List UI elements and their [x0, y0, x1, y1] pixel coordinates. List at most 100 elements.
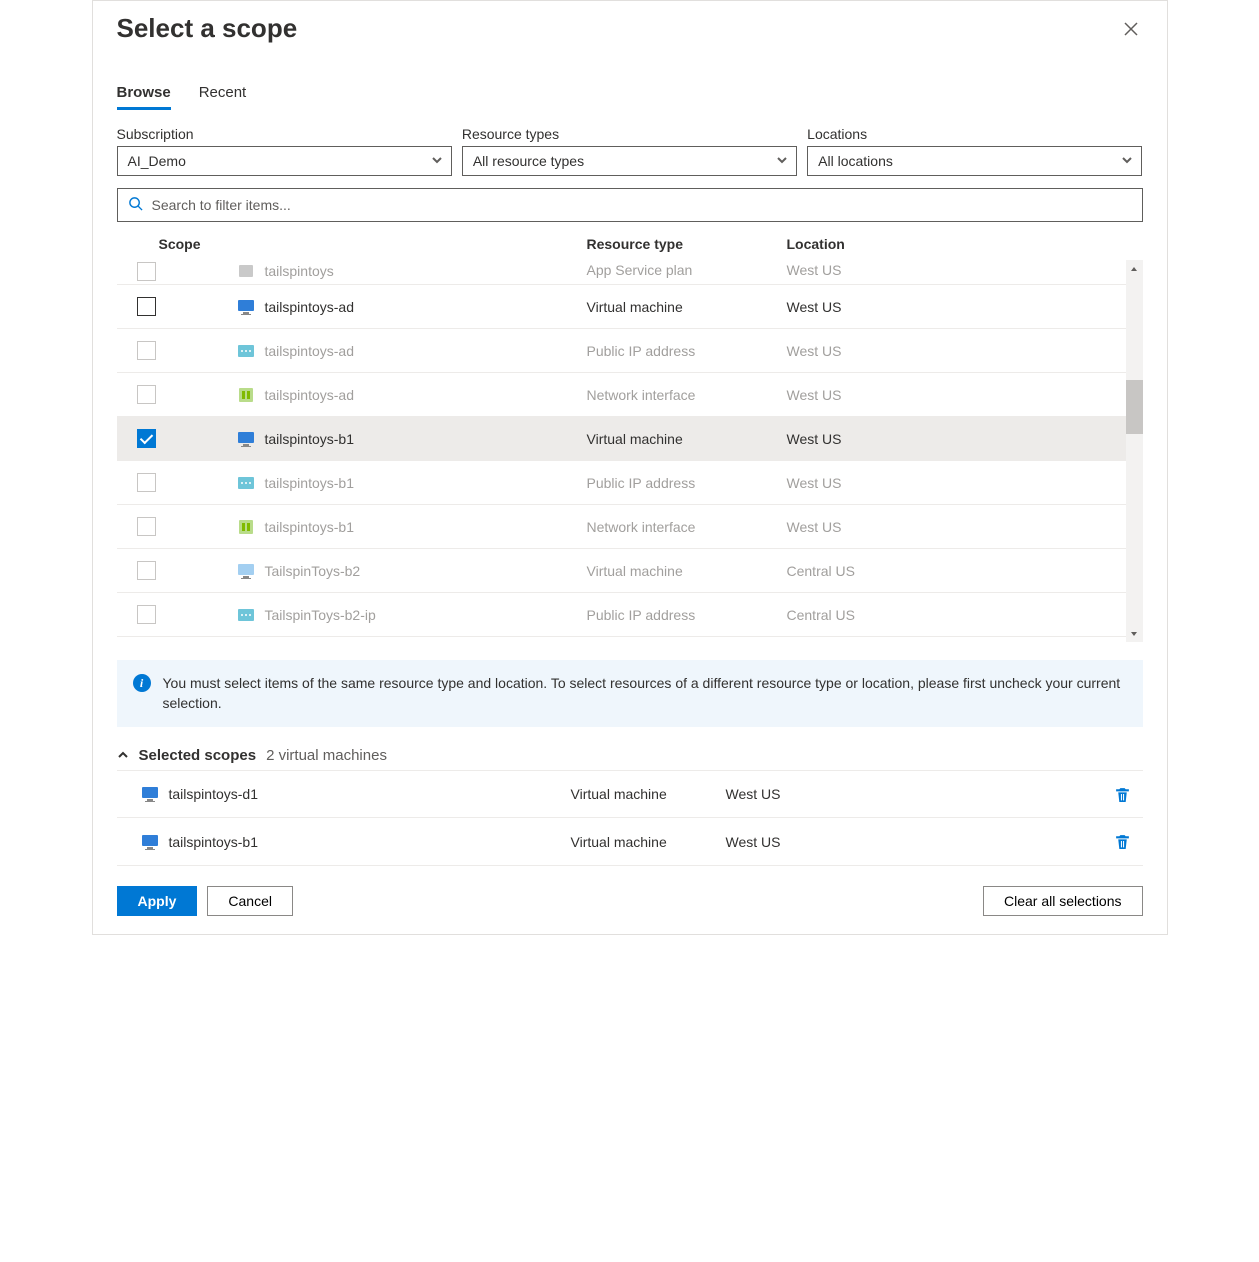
row-location: Central US [787, 563, 1143, 579]
trash-icon [1114, 786, 1131, 803]
selected-scopes-list: tailspintoys-d1Virtual machineWest UStai… [117, 770, 1143, 866]
info-text: You must select items of the same resour… [163, 674, 1127, 713]
plan-icon [237, 262, 255, 280]
row-checkbox [137, 473, 156, 492]
vm-icon [141, 785, 159, 803]
chevron-down-icon [431, 153, 443, 169]
remove-selected-button[interactable] [1103, 833, 1143, 850]
row-scope-name: TailspinToys-b2-ip [265, 607, 376, 623]
row-checkbox [137, 561, 156, 580]
row-location: West US [787, 387, 1143, 403]
apply-button[interactable]: Apply [117, 886, 198, 916]
row-resource-type: Network interface [587, 387, 787, 403]
search-icon [128, 196, 143, 214]
table-row: tailspintoys-ad Public IP addressWest US [117, 328, 1143, 372]
selected-scope-row: tailspintoys-d1Virtual machineWest US [117, 770, 1143, 818]
table-row: TailspinToys-b2-ip Public IP addressCentr… [117, 592, 1143, 636]
footer-bar: Apply Cancel Clear all selections [117, 886, 1143, 916]
row-resource-type: Network interface [587, 519, 787, 535]
nif-icon [237, 518, 255, 536]
vm-icon [141, 833, 159, 851]
panel-header: Select a scope [117, 13, 1143, 44]
row-scope-name: tailspintoys-b1 [265, 431, 355, 447]
row-resource-type: Virtual machine [587, 431, 787, 447]
row-checkbox [137, 385, 156, 404]
ip-icon [237, 474, 255, 492]
close-icon [1123, 21, 1139, 37]
table-row: tailspintoys App Service planWest US [117, 260, 1143, 284]
locations-label: Locations [807, 126, 1142, 142]
tab-recent[interactable]: Recent [199, 84, 247, 110]
trash-icon [1114, 833, 1131, 850]
locations-value: All locations [818, 153, 893, 169]
row-resource-type: Public IP address [587, 475, 787, 491]
selected-scopes-header[interactable]: Selected scopes 2 virtual machines [117, 747, 1143, 764]
chevron-up-icon [117, 748, 129, 764]
row-checkbox[interactable] [137, 297, 156, 316]
vm-icon [237, 298, 255, 316]
locations-dropdown[interactable]: All locations [807, 146, 1142, 176]
subscription-label: Subscription [117, 126, 452, 142]
row-resource-type: Public IP address [587, 607, 787, 623]
row-checkbox [137, 262, 156, 281]
scope-rows-list[interactable]: tailspintoysApp Service planWest UStails… [117, 260, 1143, 642]
row-scope-name: tailspintoys-ad [265, 343, 355, 359]
selected-scope-type: Virtual machine [571, 834, 726, 850]
search-bar[interactable] [117, 188, 1143, 222]
scrollbar-thumb[interactable] [1126, 380, 1143, 434]
row-scope-name: tailspintoys-b1 [265, 475, 355, 491]
selected-scopes-label: Selected scopes [139, 747, 257, 764]
row-location: West US [787, 299, 1143, 315]
search-input[interactable] [152, 197, 1132, 213]
row-resource-type: Virtual machine [587, 299, 787, 315]
table-row: tailspintoys-b1Public IP addressWest US [117, 460, 1143, 504]
row-scope-name: TailspinToys-b2 [265, 563, 361, 579]
row-location: West US [787, 343, 1143, 359]
ip-icon [237, 342, 255, 360]
tab-strip: Browse Recent [117, 84, 1143, 110]
table-row: TailspinToys-b2Virtual machineCentral US [117, 548, 1143, 592]
row-location: West US [787, 262, 1143, 278]
selected-scope-type: Virtual machine [571, 786, 726, 802]
table-row[interactable]: tailspintoys-adVirtual machineWest US [117, 284, 1143, 328]
row-resource-type: Public IP address [587, 343, 787, 359]
row-scope-name: tailspintoys-b1 [265, 519, 355, 535]
row-checkbox [137, 605, 156, 624]
scope-selector-panel: Select a scope Browse Recent Subscriptio… [92, 0, 1168, 935]
scroll-down-arrow[interactable] [1126, 625, 1143, 642]
cancel-button[interactable]: Cancel [207, 886, 293, 916]
col-scope-header: Scope [159, 236, 587, 252]
row-scope-name: tailspintoys [265, 263, 334, 279]
locations-filter: Locations All locations [807, 126, 1142, 176]
clear-all-selections-button[interactable]: Clear all selections [983, 886, 1143, 916]
subscription-dropdown[interactable]: AI_Demo [117, 146, 452, 176]
selected-scope-row: tailspintoys-b1Virtual machineWest US [117, 818, 1143, 866]
close-button[interactable] [1119, 17, 1143, 41]
subscription-filter: Subscription AI_Demo [117, 126, 452, 176]
table-header: Scope Resource type Location [117, 226, 1143, 260]
vm-icon [237, 562, 255, 580]
row-location: Central US [787, 607, 1143, 623]
scrollbar-track[interactable] [1126, 260, 1143, 642]
row-resource-type: App Service plan [587, 262, 787, 278]
tab-browse[interactable]: Browse [117, 84, 171, 110]
resource-types-filter: Resource types All resource types [462, 126, 797, 176]
filter-row: Subscription AI_Demo Resource types All … [117, 126, 1143, 176]
chevron-down-icon [776, 153, 788, 169]
row-checkbox[interactable] [137, 429, 156, 448]
ip-icon [237, 606, 255, 624]
col-resource-type-header: Resource type [587, 236, 787, 252]
resource-types-dropdown[interactable]: All resource types [462, 146, 797, 176]
nif-icon [237, 386, 255, 404]
row-checkbox [137, 517, 156, 536]
remove-selected-button[interactable] [1103, 786, 1143, 803]
chevron-down-icon [1121, 153, 1133, 169]
scroll-up-arrow[interactable] [1126, 260, 1143, 277]
row-checkbox [137, 341, 156, 360]
table-row: tailspintoys-b2Network interfaceCentral … [117, 636, 1143, 642]
vm-icon [237, 430, 255, 448]
table-row: tailspintoys-b1Network interfaceWest US [117, 504, 1143, 548]
selected-scope-location: West US [726, 786, 1103, 802]
resource-types-label: Resource types [462, 126, 797, 142]
table-row[interactable]: tailspintoys-b1Virtual machineWest US [117, 416, 1143, 460]
